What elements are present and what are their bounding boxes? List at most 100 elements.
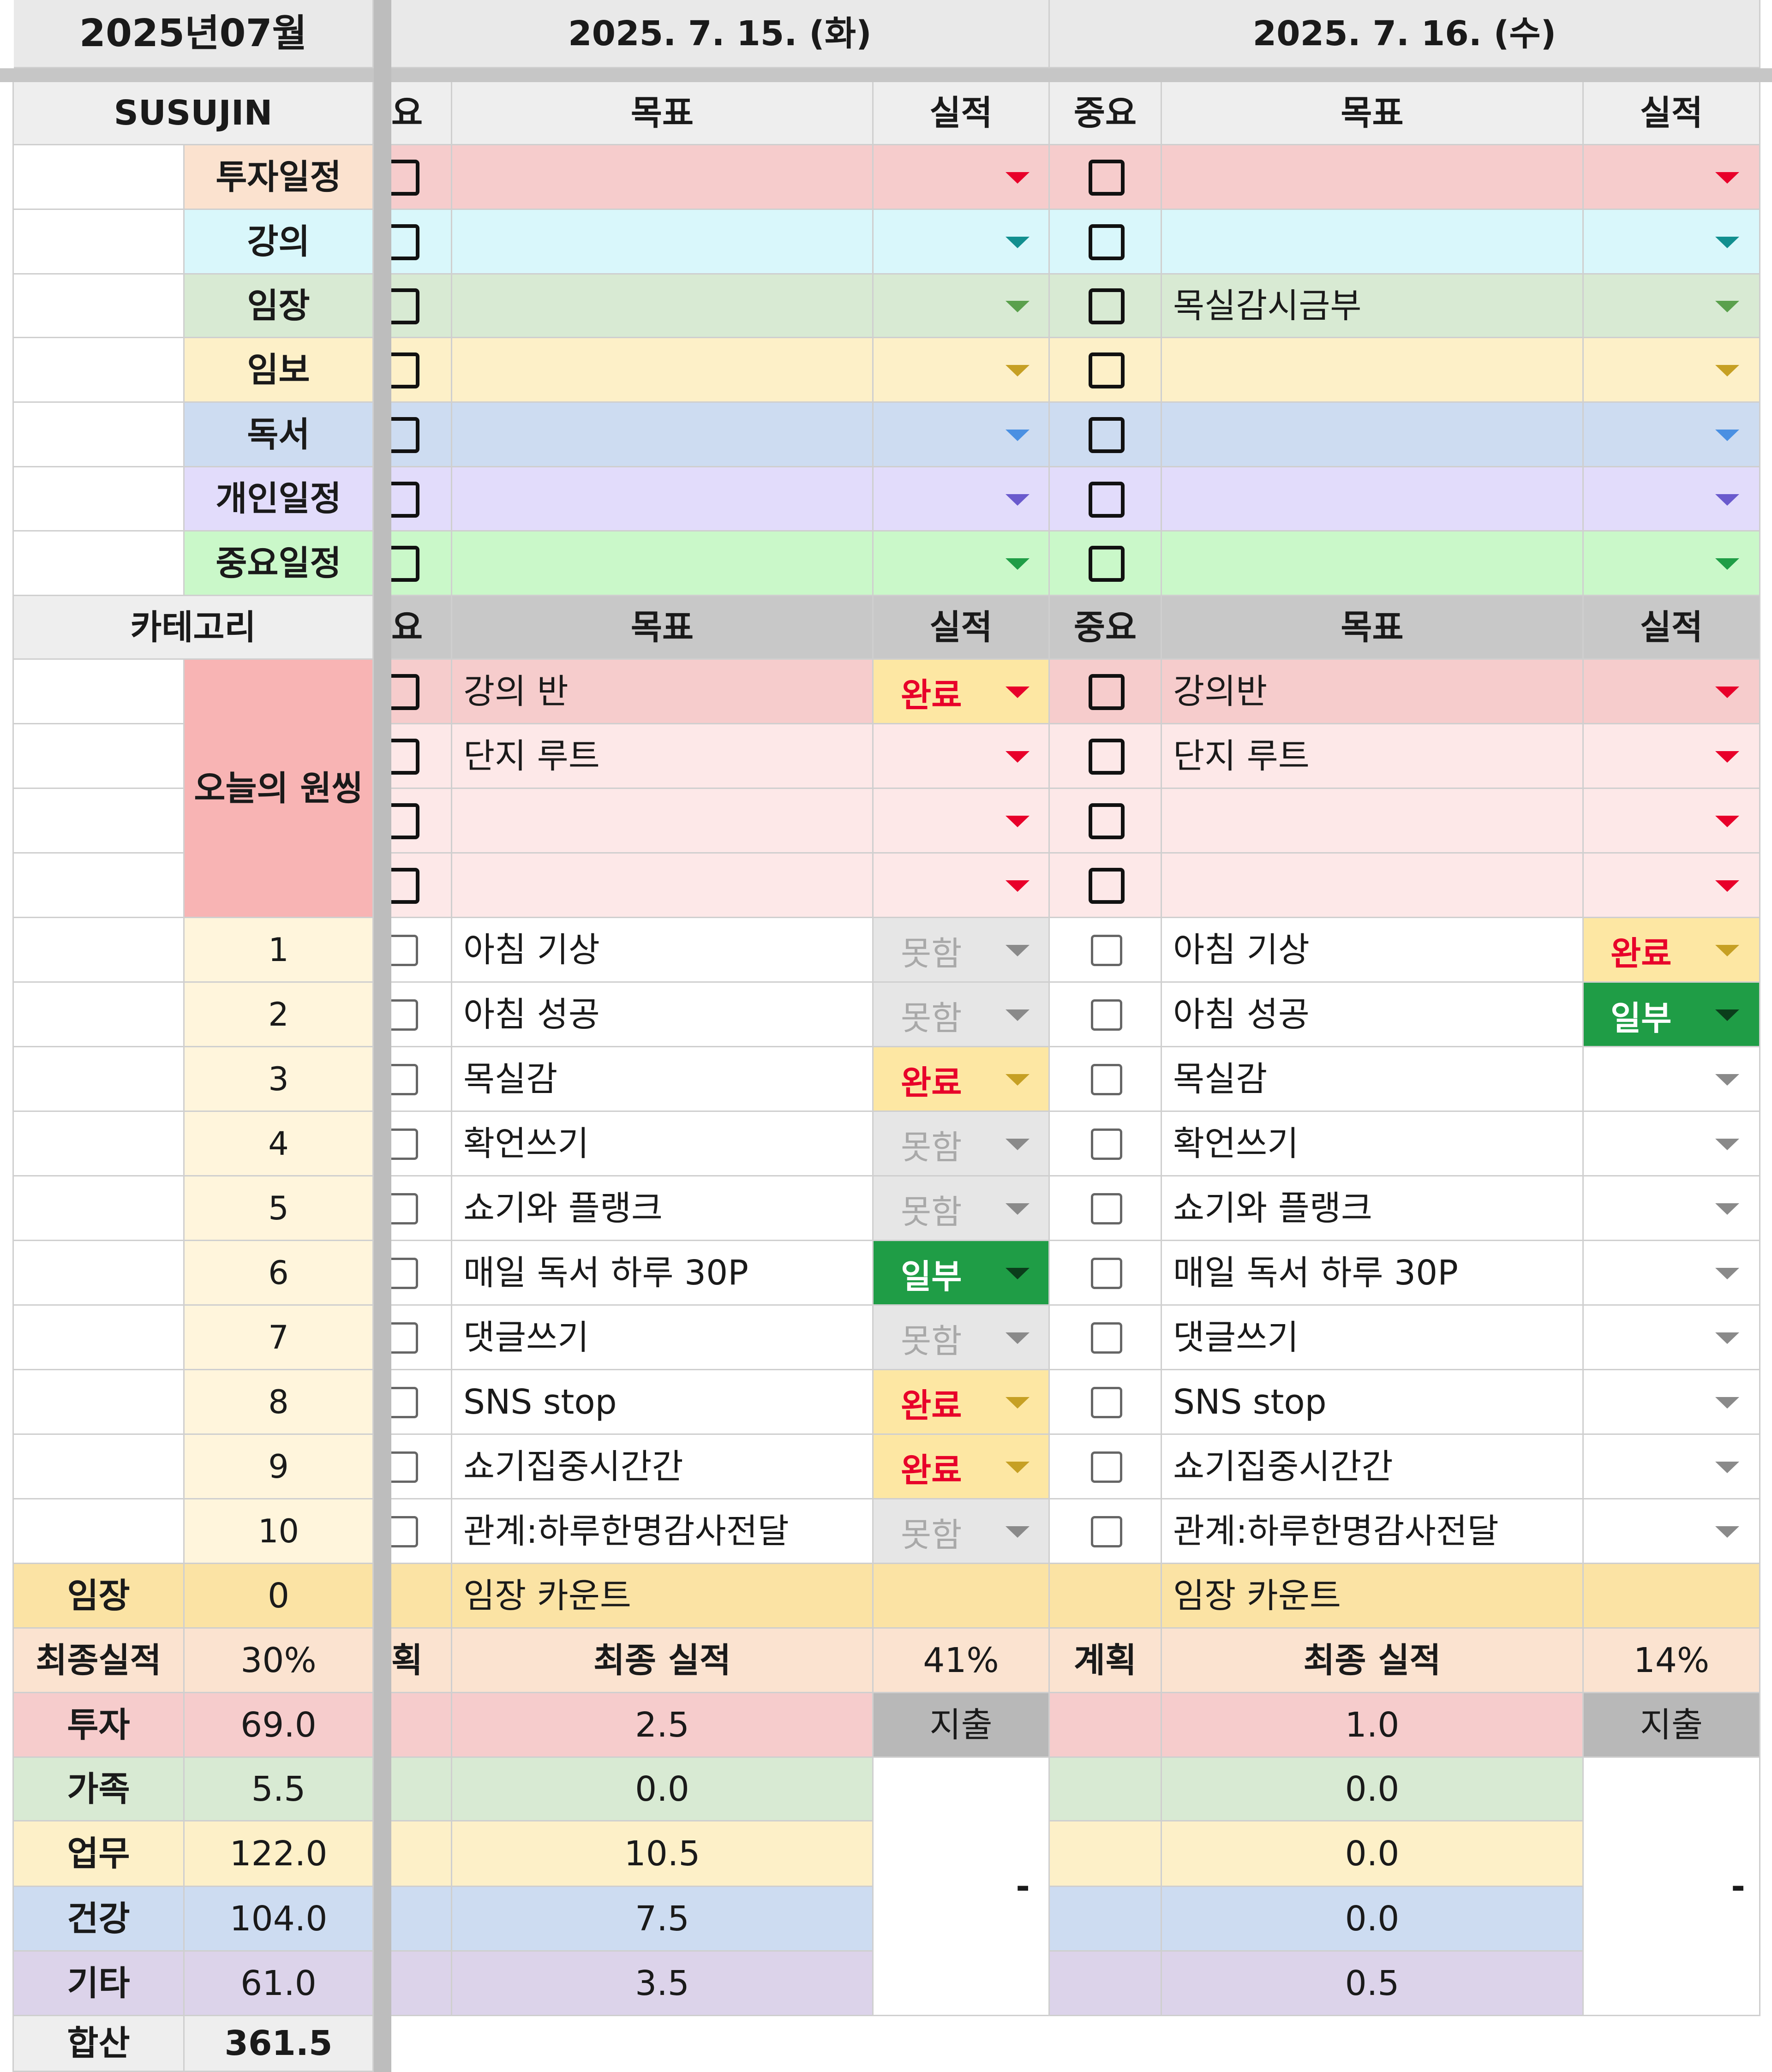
routine-goal-day1[interactable]: 쇼기집중시간간 xyxy=(452,1435,874,1499)
dropdown-arrow-icon[interactable] xyxy=(1006,1462,1030,1473)
routine-checkbox[interactable] xyxy=(1091,1193,1122,1224)
dropdown-arrow-icon[interactable] xyxy=(1006,1397,1030,1409)
routine-checkbox[interactable] xyxy=(387,1387,418,1418)
onething-goal-day2[interactable]: 단지 루트 xyxy=(1162,724,1584,789)
goal-cell-day1[interactable] xyxy=(452,531,874,596)
routine-checkbox[interactable] xyxy=(387,1516,418,1547)
dropdown-arrow-icon[interactable] xyxy=(1006,751,1030,763)
routine-goal-day1[interactable]: 아침 성공 xyxy=(452,983,874,1047)
goal-cell-day1[interactable] xyxy=(452,403,874,467)
dropdown-arrow-icon[interactable] xyxy=(1715,687,1739,698)
dropdown-arrow-icon[interactable] xyxy=(1715,1009,1739,1021)
dropdown-arrow-icon[interactable] xyxy=(1006,1203,1030,1215)
dropdown-arrow-icon[interactable] xyxy=(1715,751,1739,763)
goal-cell-day2[interactable] xyxy=(1162,531,1584,596)
importance-checkbox[interactable] xyxy=(1089,803,1125,839)
dropdown-arrow-icon[interactable] xyxy=(1715,237,1739,248)
dropdown-arrow-icon[interactable] xyxy=(1715,365,1739,376)
dropdown-arrow-icon[interactable] xyxy=(1006,687,1030,698)
dropdown-arrow-icon[interactable] xyxy=(1715,1332,1739,1344)
routine-goal-day1[interactable]: 확언쓰기 xyxy=(452,1112,874,1176)
dropdown-arrow-icon[interactable] xyxy=(1715,301,1739,312)
dropdown-arrow-icon[interactable] xyxy=(1006,1074,1030,1086)
routine-checkbox[interactable] xyxy=(1091,1258,1122,1289)
routine-goal-day2[interactable]: 쇼기와 플랭크 xyxy=(1162,1176,1584,1241)
dropdown-arrow-icon[interactable] xyxy=(1006,301,1030,312)
dropdown-arrow-icon[interactable] xyxy=(1006,558,1030,570)
dropdown-arrow-icon[interactable] xyxy=(1006,172,1030,184)
onething-goal-day1[interactable]: 단지 루트 xyxy=(452,724,874,789)
dropdown-arrow-icon[interactable] xyxy=(1715,558,1739,570)
onething-goal-day2[interactable] xyxy=(1162,854,1584,918)
importance-checkbox[interactable] xyxy=(1089,868,1125,904)
dropdown-arrow-icon[interactable] xyxy=(1715,1139,1739,1150)
routine-goal-day2[interactable]: 매일 독서 하루 30P xyxy=(1162,1241,1584,1306)
routine-goal-day2[interactable]: 아침 성공 xyxy=(1162,983,1584,1047)
dropdown-arrow-icon[interactable] xyxy=(1715,816,1739,827)
dropdown-arrow-icon[interactable] xyxy=(1715,880,1739,892)
routine-checkbox[interactable] xyxy=(1091,999,1122,1031)
dropdown-arrow-icon[interactable] xyxy=(1006,1268,1030,1279)
frozen-column-divider[interactable] xyxy=(374,0,391,2072)
routine-checkbox[interactable] xyxy=(1091,1516,1122,1547)
goal-cell-day1[interactable] xyxy=(452,145,874,210)
routine-goal-day1[interactable]: 아침 기상 xyxy=(452,918,874,983)
goal-cell-day1[interactable] xyxy=(452,210,874,275)
routine-checkbox[interactable] xyxy=(387,1064,418,1095)
goal-cell-day2[interactable] xyxy=(1162,338,1584,403)
importance-checkbox[interactable] xyxy=(1089,674,1125,710)
importance-checkbox[interactable] xyxy=(1089,352,1125,388)
dropdown-arrow-icon[interactable] xyxy=(1715,1074,1739,1086)
goal-cell-day1[interactable] xyxy=(452,275,874,338)
routine-checkbox[interactable] xyxy=(387,1129,418,1160)
dropdown-arrow-icon[interactable] xyxy=(1715,1268,1739,1279)
routine-goal-day2[interactable]: 확언쓰기 xyxy=(1162,1112,1584,1176)
dropdown-arrow-icon[interactable] xyxy=(1006,365,1030,376)
routine-checkbox[interactable] xyxy=(1091,1064,1122,1095)
dropdown-arrow-icon[interactable] xyxy=(1006,1139,1030,1150)
routine-goal-day1[interactable]: SNS stop xyxy=(452,1370,874,1435)
dropdown-arrow-icon[interactable] xyxy=(1715,1526,1739,1538)
dropdown-arrow-icon[interactable] xyxy=(1006,880,1030,892)
routine-goal-day2[interactable]: 쇼기집중시간간 xyxy=(1162,1435,1584,1499)
dropdown-arrow-icon[interactable] xyxy=(1006,430,1030,441)
goal-cell-day2[interactable] xyxy=(1162,210,1584,275)
routine-checkbox[interactable] xyxy=(1091,1129,1122,1160)
importance-checkbox[interactable] xyxy=(1089,160,1125,196)
dropdown-arrow-icon[interactable] xyxy=(1006,945,1030,956)
importance-checkbox[interactable] xyxy=(1089,288,1125,324)
importance-checkbox[interactable] xyxy=(1089,224,1125,260)
routine-goal-day1[interactable]: 매일 독서 하루 30P xyxy=(452,1241,874,1306)
goal-cell-day1[interactable] xyxy=(452,338,874,403)
routine-checkbox[interactable] xyxy=(387,999,418,1031)
routine-checkbox[interactable] xyxy=(1091,1451,1122,1483)
expense-button-day1[interactable]: 지출 xyxy=(874,1693,1050,1758)
dropdown-arrow-icon[interactable] xyxy=(1715,1203,1739,1215)
routine-checkbox[interactable] xyxy=(387,1193,418,1224)
routine-checkbox[interactable] xyxy=(387,1451,418,1483)
routine-goal-day2[interactable]: 관계:하루한명감사전달 xyxy=(1162,1499,1584,1564)
onething-goal-day2[interactable] xyxy=(1162,789,1584,854)
routine-goal-day1[interactable]: 목실감 xyxy=(452,1047,874,1112)
dropdown-arrow-icon[interactable] xyxy=(1006,1526,1030,1538)
routine-goal-day2[interactable]: 아침 기상 xyxy=(1162,918,1584,983)
routine-checkbox[interactable] xyxy=(1091,935,1122,966)
onething-goal-day1[interactable] xyxy=(452,789,874,854)
routine-goal-day1[interactable]: 쇼기와 플랭크 xyxy=(452,1176,874,1241)
routine-goal-day2[interactable]: 댓글쓰기 xyxy=(1162,1306,1584,1370)
goal-cell-day2[interactable] xyxy=(1162,403,1584,467)
dropdown-arrow-icon[interactable] xyxy=(1715,945,1739,956)
importance-checkbox[interactable] xyxy=(1089,481,1125,518)
goal-cell-day2[interactable]: 목실감시금부 xyxy=(1162,275,1584,338)
goal-cell-day1[interactable] xyxy=(452,467,874,531)
importance-checkbox[interactable] xyxy=(1089,546,1125,582)
dropdown-arrow-icon[interactable] xyxy=(1006,1332,1030,1344)
onething-goal-day1[interactable] xyxy=(452,854,874,918)
onething-goal-day2[interactable]: 강의반 xyxy=(1162,660,1584,724)
dropdown-arrow-icon[interactable] xyxy=(1006,237,1030,248)
goal-cell-day2[interactable] xyxy=(1162,467,1584,531)
routine-checkbox[interactable] xyxy=(387,1258,418,1289)
importance-checkbox[interactable] xyxy=(1089,417,1125,453)
onething-goal-day1[interactable]: 강의 반 xyxy=(452,660,874,724)
dropdown-arrow-icon[interactable] xyxy=(1006,816,1030,827)
